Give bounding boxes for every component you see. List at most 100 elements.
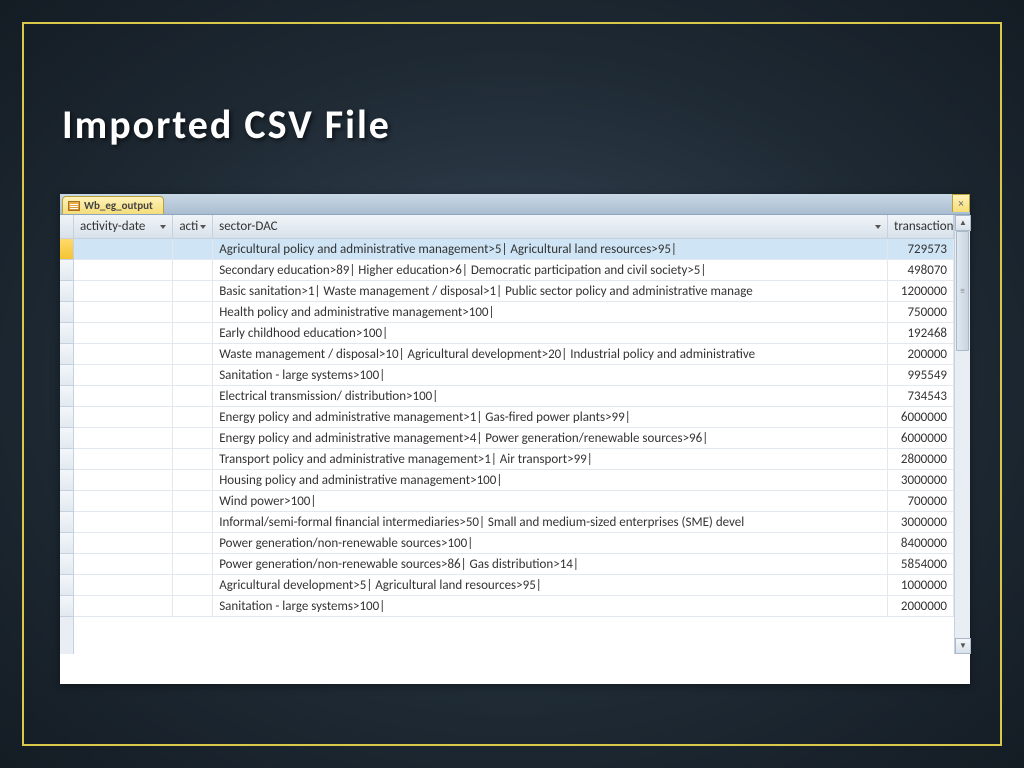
- row-selector[interactable]: [60, 344, 73, 365]
- tab-wb-eg-output[interactable]: Wb_eg_output: [62, 196, 164, 214]
- cell-sector-dac[interactable]: Health policy and administrative managem…: [213, 302, 888, 322]
- cell-transaction[interactable]: 6000000: [888, 428, 954, 448]
- column-header-acti[interactable]: acti: [173, 215, 213, 238]
- cell-transaction[interactable]: 200000: [888, 344, 954, 364]
- cell-transaction[interactable]: 734543: [888, 386, 954, 406]
- table-row[interactable]: Secondary education>89| Higher education…: [74, 260, 954, 281]
- cell-transaction[interactable]: 729573: [888, 239, 954, 259]
- cell-acti[interactable]: [173, 260, 213, 280]
- table-row[interactable]: Sanitation - large systems>100|2000000: [74, 596, 954, 617]
- cell-activity-date[interactable]: [74, 302, 173, 322]
- vertical-scrollbar[interactable]: ▲ ▼: [954, 215, 970, 654]
- cell-transaction[interactable]: 2800000: [888, 449, 954, 469]
- row-selector[interactable]: [60, 428, 73, 449]
- cell-acti[interactable]: [173, 533, 213, 553]
- cell-sector-dac[interactable]: Basic sanitation>1| Waste management / d…: [213, 281, 888, 301]
- row-selector[interactable]: [60, 491, 73, 512]
- cell-sector-dac[interactable]: Housing policy and administrative manage…: [213, 470, 888, 490]
- cell-activity-date[interactable]: [74, 239, 173, 259]
- row-selector[interactable]: [60, 512, 73, 533]
- cell-activity-date[interactable]: [74, 281, 173, 301]
- cell-sector-dac[interactable]: Sanitation - large systems>100|: [213, 596, 888, 616]
- cell-transaction[interactable]: 700000: [888, 491, 954, 511]
- column-header-transaction[interactable]: transaction-: [888, 215, 954, 238]
- cell-activity-date[interactable]: [74, 449, 173, 469]
- row-selector[interactable]: [60, 323, 73, 344]
- cell-activity-date[interactable]: [74, 386, 173, 406]
- cell-transaction[interactable]: 6000000: [888, 407, 954, 427]
- cell-acti[interactable]: [173, 491, 213, 511]
- cell-transaction[interactable]: 5854000: [888, 554, 954, 574]
- cell-acti[interactable]: [173, 323, 213, 343]
- table-row[interactable]: Power generation/non-renewable sources>1…: [74, 533, 954, 554]
- cell-acti[interactable]: [173, 428, 213, 448]
- cell-sector-dac[interactable]: Wind power>100|: [213, 491, 888, 511]
- cell-activity-date[interactable]: [74, 428, 173, 448]
- row-selector[interactable]: [60, 470, 73, 491]
- row-selector[interactable]: [60, 302, 73, 323]
- cell-transaction[interactable]: 2000000: [888, 596, 954, 616]
- cell-acti[interactable]: [173, 449, 213, 469]
- cell-sector-dac[interactable]: Power generation/non-renewable sources>8…: [213, 554, 888, 574]
- cell-transaction[interactable]: 750000: [888, 302, 954, 322]
- cell-acti[interactable]: [173, 281, 213, 301]
- cell-sector-dac[interactable]: Sanitation - large systems>100|: [213, 365, 888, 385]
- row-selector[interactable]: [60, 596, 73, 617]
- cell-acti[interactable]: [173, 386, 213, 406]
- cell-transaction[interactable]: 3000000: [888, 512, 954, 532]
- row-selector[interactable]: [60, 281, 73, 302]
- table-row[interactable]: Waste management / disposal>10| Agricult…: [74, 344, 954, 365]
- table-row[interactable]: Housing policy and administrative manage…: [74, 470, 954, 491]
- cell-acti[interactable]: [173, 554, 213, 574]
- cell-acti[interactable]: [173, 575, 213, 595]
- table-row[interactable]: Basic sanitation>1| Waste management / d…: [74, 281, 954, 302]
- cell-activity-date[interactable]: [74, 407, 173, 427]
- cell-sector-dac[interactable]: Energy policy and administrative managem…: [213, 428, 888, 448]
- cell-activity-date[interactable]: [74, 512, 173, 532]
- scroll-down-button[interactable]: ▼: [955, 638, 971, 654]
- cell-transaction[interactable]: 3000000: [888, 470, 954, 490]
- cell-sector-dac[interactable]: Energy policy and administrative managem…: [213, 407, 888, 427]
- scrollbar-thumb[interactable]: [956, 231, 969, 351]
- table-row[interactable]: Sanitation - large systems>100|995549: [74, 365, 954, 386]
- table-row[interactable]: Health policy and administrative managem…: [74, 302, 954, 323]
- cell-acti[interactable]: [173, 239, 213, 259]
- table-row[interactable]: Agricultural development>5| Agricultural…: [74, 575, 954, 596]
- column-header-sector-dac[interactable]: sector-DAC: [213, 215, 888, 238]
- table-row[interactable]: Early childhood education>100|192468: [74, 323, 954, 344]
- table-row[interactable]: Energy policy and administrative managem…: [74, 407, 954, 428]
- row-selector[interactable]: [60, 533, 73, 554]
- row-selector[interactable]: [60, 239, 73, 260]
- cell-activity-date[interactable]: [74, 344, 173, 364]
- cell-transaction[interactable]: 8400000: [888, 533, 954, 553]
- column-header-activity-date[interactable]: activity-date: [74, 215, 173, 238]
- cell-acti[interactable]: [173, 512, 213, 532]
- cell-transaction[interactable]: 192468: [888, 323, 954, 343]
- table-row[interactable]: Informal/semi-formal financial intermedi…: [74, 512, 954, 533]
- row-selector[interactable]: [60, 575, 73, 596]
- cell-activity-date[interactable]: [74, 533, 173, 553]
- row-selector[interactable]: [60, 365, 73, 386]
- table-row[interactable]: Agricultural policy and administrative m…: [74, 239, 954, 260]
- cell-acti[interactable]: [173, 407, 213, 427]
- table-row[interactable]: Transport policy and administrative mana…: [74, 449, 954, 470]
- select-all-box[interactable]: [60, 215, 73, 239]
- cell-acti[interactable]: [173, 365, 213, 385]
- cell-sector-dac[interactable]: Power generation/non-renewable sources>1…: [213, 533, 888, 553]
- table-row[interactable]: Energy policy and administrative managem…: [74, 428, 954, 449]
- cell-transaction[interactable]: 498070: [888, 260, 954, 280]
- cell-transaction[interactable]: 995549: [888, 365, 954, 385]
- cell-sector-dac[interactable]: Informal/semi-formal financial intermedi…: [213, 512, 888, 532]
- cell-activity-date[interactable]: [74, 554, 173, 574]
- cell-acti[interactable]: [173, 302, 213, 322]
- cell-transaction[interactable]: 1200000: [888, 281, 954, 301]
- cell-sector-dac[interactable]: Early childhood education>100|: [213, 323, 888, 343]
- cell-activity-date[interactable]: [74, 596, 173, 616]
- cell-activity-date[interactable]: [74, 575, 173, 595]
- cell-sector-dac[interactable]: Transport policy and administrative mana…: [213, 449, 888, 469]
- cell-acti[interactable]: [173, 470, 213, 490]
- table-row[interactable]: Power generation/non-renewable sources>8…: [74, 554, 954, 575]
- close-button[interactable]: ×: [952, 194, 970, 212]
- row-selector[interactable]: [60, 386, 73, 407]
- cell-activity-date[interactable]: [74, 470, 173, 490]
